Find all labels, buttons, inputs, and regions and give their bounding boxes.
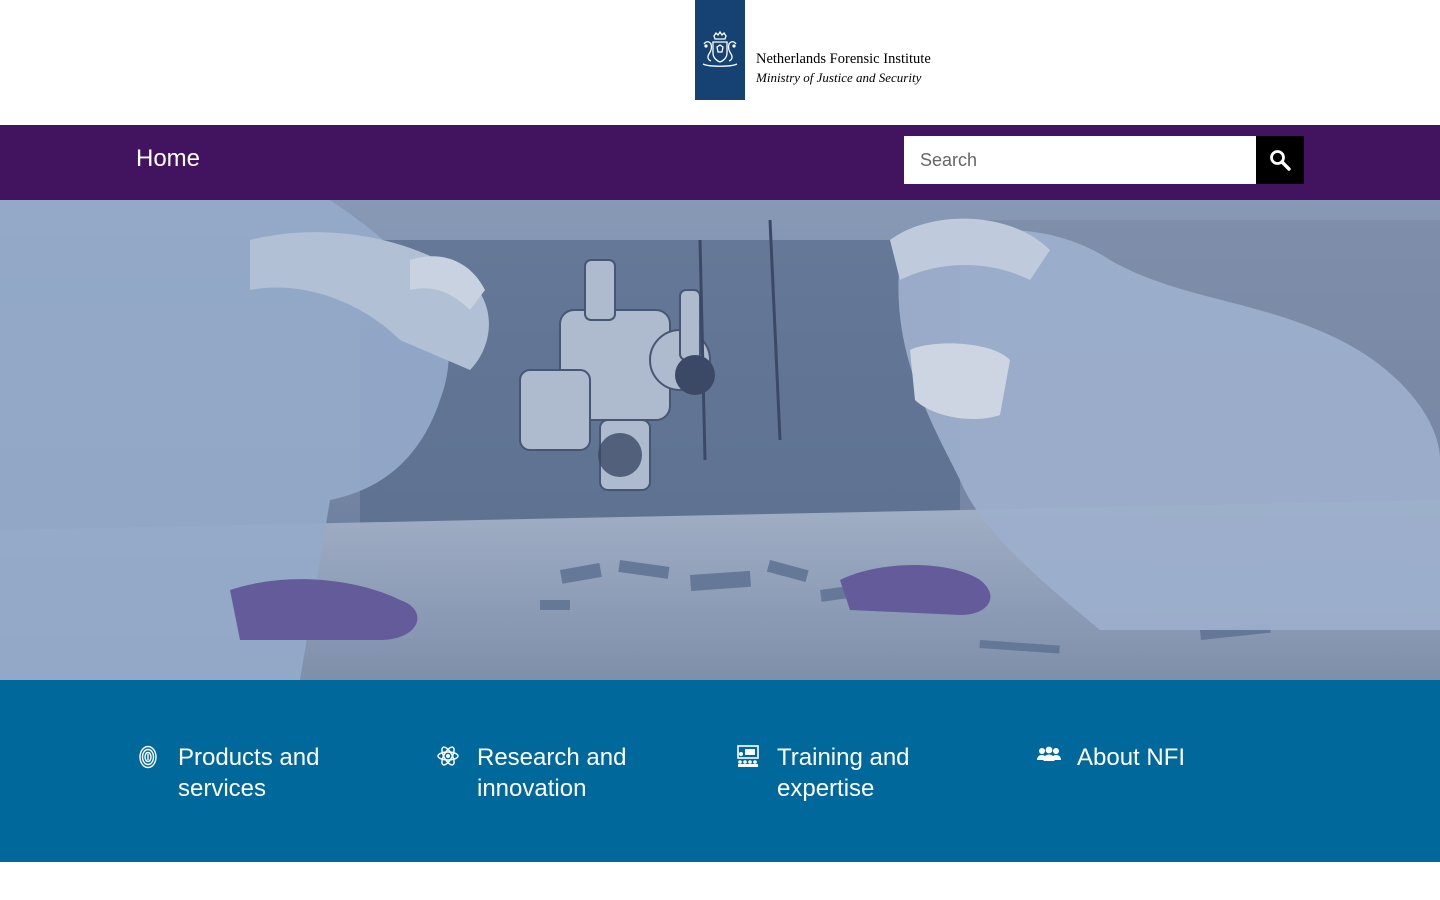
tile-label: Research and innovation (477, 744, 627, 802)
people-icon (1037, 745, 1061, 767)
hero-image (0, 200, 1440, 680)
tile-label: Training and expertise (777, 744, 910, 802)
logo-ministry-name: Ministry of Justice and Security (756, 69, 922, 85)
tile-about-nfi[interactable]: About NFI (1037, 742, 1297, 773)
atom-icon (437, 745, 459, 767)
search-button[interactable] (1256, 136, 1304, 184)
logo-organization-name: Netherlands Forensic Institute (756, 51, 931, 67)
nav-home-link[interactable]: Home (136, 145, 200, 173)
coat-of-arms-logo (695, 0, 745, 100)
training-icon (737, 745, 759, 767)
search-form (904, 136, 1304, 184)
tile-label: About NFI (1077, 744, 1186, 771)
tile-research-and-innovation[interactable]: Research and innovation (437, 742, 697, 804)
tile-training-and-expertise[interactable]: Training and expertise (737, 742, 997, 804)
tile-label: Products and services (178, 744, 320, 802)
search-input[interactable] (904, 136, 1256, 184)
fingerprint-icon (138, 745, 160, 769)
search-icon (1270, 150, 1291, 171)
tile-products-and-services[interactable]: Products and services (138, 742, 398, 804)
topic-tiles: Products and services Research and innov… (0, 680, 1440, 862)
site-header: Netherlands Forensic Institute Ministry … (0, 0, 1440, 125)
site-logo-link[interactable]: Netherlands Forensic Institute Ministry … (695, 0, 931, 100)
logo-wordmark: Netherlands Forensic Institute Ministry … (756, 52, 931, 84)
main-navigation: Home (0, 125, 1440, 200)
